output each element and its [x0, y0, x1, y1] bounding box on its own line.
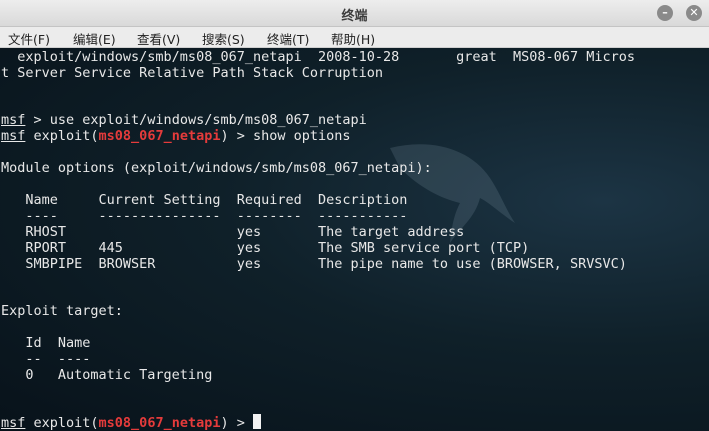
command-prompt[interactable]: msf exploit(ms08_067_netapi) >	[1, 414, 261, 431]
menu-file[interactable]: 文件(F)	[8, 29, 50, 48]
msf-prompt: msf	[1, 128, 26, 144]
text-cursor	[252, 414, 261, 429]
table-row: RPORT 445 yes The SMB service port (TCP)	[1, 240, 530, 256]
menu-view[interactable]: 查看(V)	[137, 29, 180, 48]
table-separator: ---- --------------- -------- ----------…	[1, 208, 408, 224]
table-header: Id Name	[1, 335, 91, 351]
output-line: exploit/windows/smb/ms08_067_netapi 2008…	[1, 49, 635, 65]
section-heading: Exploit target:	[1, 303, 123, 319]
menu-help[interactable]: 帮助(H)	[331, 29, 375, 48]
use-command: > use exploit/windows/smb/ms08_067_netap…	[25, 112, 367, 128]
menu-terminal[interactable]: 终端(T)	[267, 29, 309, 48]
window-title: 终端	[341, 9, 368, 24]
table-row: 0 Automatic Targeting	[1, 367, 213, 383]
table-header: Name Current Setting Required Descriptio…	[1, 192, 408, 208]
title-bar: 终端 – ✕	[0, 0, 709, 27]
table-separator: -- ----	[1, 351, 91, 367]
section-heading: Module options (exploit/windows/smb/ms08…	[1, 160, 432, 176]
command-line: msf exploit(ms08_067_netapi) > show opti…	[1, 128, 351, 144]
menu-search[interactable]: 搜索(S)	[202, 29, 245, 48]
minimize-icon[interactable]: –	[657, 5, 673, 21]
module-name: ms08_067_netapi	[98, 415, 221, 431]
command-line: msf > use exploit/windows/smb/ms08_067_n…	[1, 112, 367, 128]
table-row: SMBPIPE BROWSER yes The pipe name to use…	[1, 256, 627, 272]
module-name: ms08_067_netapi	[98, 128, 221, 144]
menu-bar: 文件(F) 编辑(E) 查看(V) 搜索(S) 终端(T) 帮助(H)	[0, 27, 709, 48]
terminal-area[interactable]: exploit/windows/smb/ms08_067_netapi 2008…	[0, 48, 709, 431]
close-icon[interactable]: ✕	[686, 5, 702, 21]
table-row: RHOST yes The target address	[1, 224, 465, 240]
show-options-command: ) > show options	[220, 128, 351, 144]
msf-prompt: msf	[1, 112, 26, 128]
output-line: t Server Service Relative Path Stack Cor…	[1, 65, 384, 81]
menu-edit[interactable]: 编辑(E)	[73, 29, 116, 48]
msf-prompt: msf	[1, 415, 26, 431]
